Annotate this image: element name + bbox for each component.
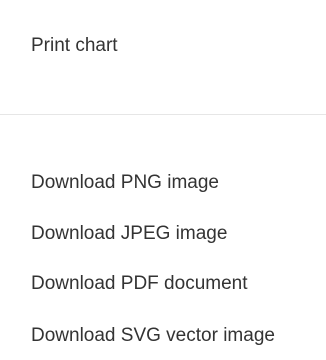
menu-divider: [0, 114, 326, 115]
chart-export-menu: Print chart Download PNG image Download …: [0, 0, 326, 360]
print-chart-item[interactable]: Print chart: [31, 34, 118, 58]
download-pdf-item[interactable]: Download PDF document: [31, 272, 248, 296]
download-jpeg-item[interactable]: Download JPEG image: [31, 222, 227, 246]
download-svg-item[interactable]: Download SVG vector image: [31, 324, 275, 348]
download-png-item[interactable]: Download PNG image: [31, 171, 219, 195]
